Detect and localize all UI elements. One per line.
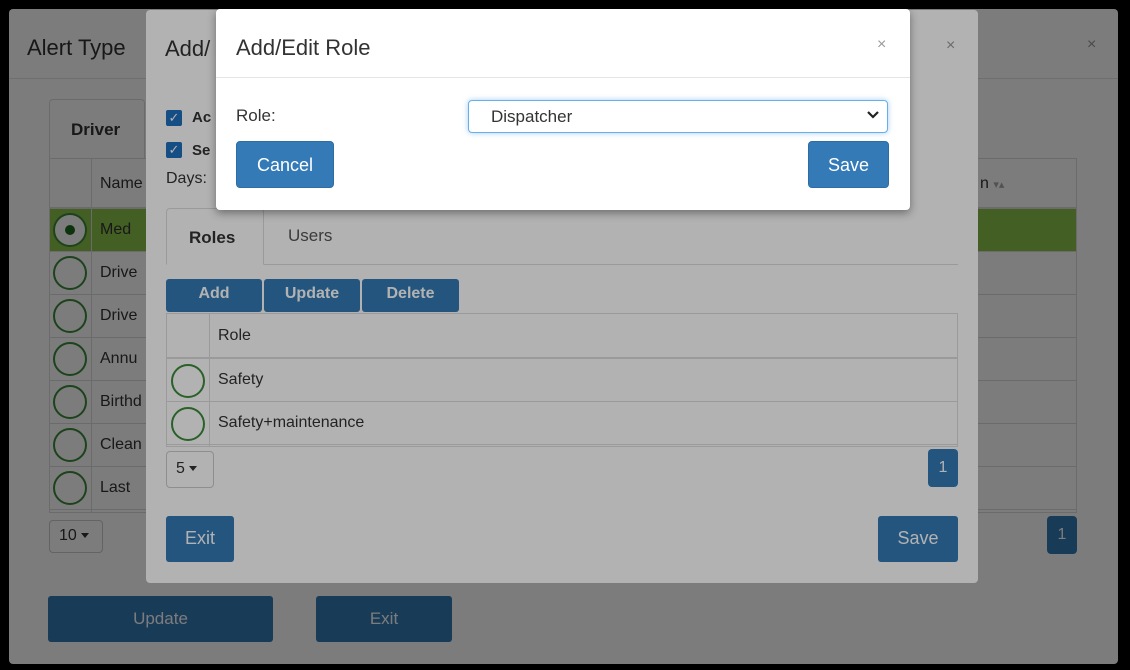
add-edit-title: Add/ xyxy=(165,36,211,61)
row-name: Drive xyxy=(100,264,138,281)
pagination-page-1[interactable]: 1 xyxy=(1047,516,1077,554)
save-button[interactable]: Save xyxy=(878,516,958,562)
column-separator xyxy=(91,159,92,512)
roles-grid: Role Safety Safety+maintenance xyxy=(166,313,958,447)
row-radio[interactable] xyxy=(53,471,87,505)
days-label: Days: xyxy=(166,170,207,187)
active-checkbox-label: Ac xyxy=(192,109,212,126)
row-radio[interactable] xyxy=(53,299,87,333)
table-row[interactable]: Safety+maintenance xyxy=(167,402,957,445)
close-icon[interactable]: × xyxy=(877,36,886,54)
exit-button[interactable]: Exit xyxy=(316,596,452,642)
row-radio[interactable] xyxy=(53,342,87,376)
row-name: Clean xyxy=(100,436,142,453)
cancel-button[interactable]: Cancel xyxy=(236,141,334,188)
update-role-button[interactable]: Update xyxy=(264,279,360,312)
row-name: Last xyxy=(100,479,131,496)
add-edit-close-icon[interactable]: × xyxy=(946,37,955,55)
add-edit-role-dialog: Add/Edit Role × Role: Dispatcher Cancel … xyxy=(216,9,910,210)
table-row[interactable]: Safety xyxy=(167,359,957,402)
tab-roles[interactable]: Roles xyxy=(166,208,264,265)
column-header-role[interactable]: Role xyxy=(218,327,251,345)
tab-driver[interactable]: Driver xyxy=(49,99,145,159)
pagination-page-1[interactable]: 1 xyxy=(928,449,958,487)
exit-button[interactable]: Exit xyxy=(166,516,234,562)
column-separator xyxy=(209,314,210,446)
role-label: Role: xyxy=(236,106,276,125)
send-checkbox-label: Se xyxy=(192,142,211,159)
role-select[interactable]: Dispatcher xyxy=(468,100,888,133)
row-name: Annu xyxy=(100,350,138,367)
role-name: Safety xyxy=(218,371,264,388)
update-button[interactable]: Update xyxy=(48,596,273,642)
grid-header: Role xyxy=(167,314,957,359)
row-radio[interactable] xyxy=(171,407,205,441)
caret-down-icon xyxy=(188,466,197,472)
row-name: Drive xyxy=(100,307,138,324)
column-header-sort[interactable]: n ▾▴ xyxy=(980,175,1004,193)
send-checkbox[interactable]: ✓ xyxy=(166,142,182,158)
column-header-name[interactable]: Name xyxy=(100,175,143,193)
add-role-button[interactable]: Add xyxy=(166,279,262,312)
role-name: Safety+maintenance xyxy=(218,414,365,431)
alert-type-title: Alert Type xyxy=(27,35,126,60)
page-size-select[interactable]: 10 xyxy=(49,520,103,553)
header-divider xyxy=(216,77,910,78)
save-button[interactable]: Save xyxy=(808,141,889,188)
row-radio[interactable] xyxy=(53,428,87,462)
dialog-title: Add/Edit Role xyxy=(236,35,371,60)
tab-users[interactable]: Users xyxy=(288,226,332,246)
delete-role-button[interactable]: Delete xyxy=(362,279,459,312)
alert-type-close-icon[interactable]: × xyxy=(1087,36,1096,54)
row-radio[interactable] xyxy=(53,256,87,290)
row-radio[interactable] xyxy=(171,364,205,398)
caret-down-icon xyxy=(80,533,89,539)
radio-selected-dot xyxy=(65,225,75,235)
tabs-divider xyxy=(166,264,958,265)
chevron-down-icon xyxy=(867,111,879,119)
row-radio[interactable] xyxy=(53,213,87,247)
row-name: Birthd xyxy=(100,393,142,410)
page-size-select[interactable]: 5 xyxy=(166,451,214,488)
row-name: Med xyxy=(100,221,132,238)
active-checkbox[interactable]: ✓ xyxy=(166,110,182,126)
row-radio[interactable] xyxy=(53,385,87,419)
